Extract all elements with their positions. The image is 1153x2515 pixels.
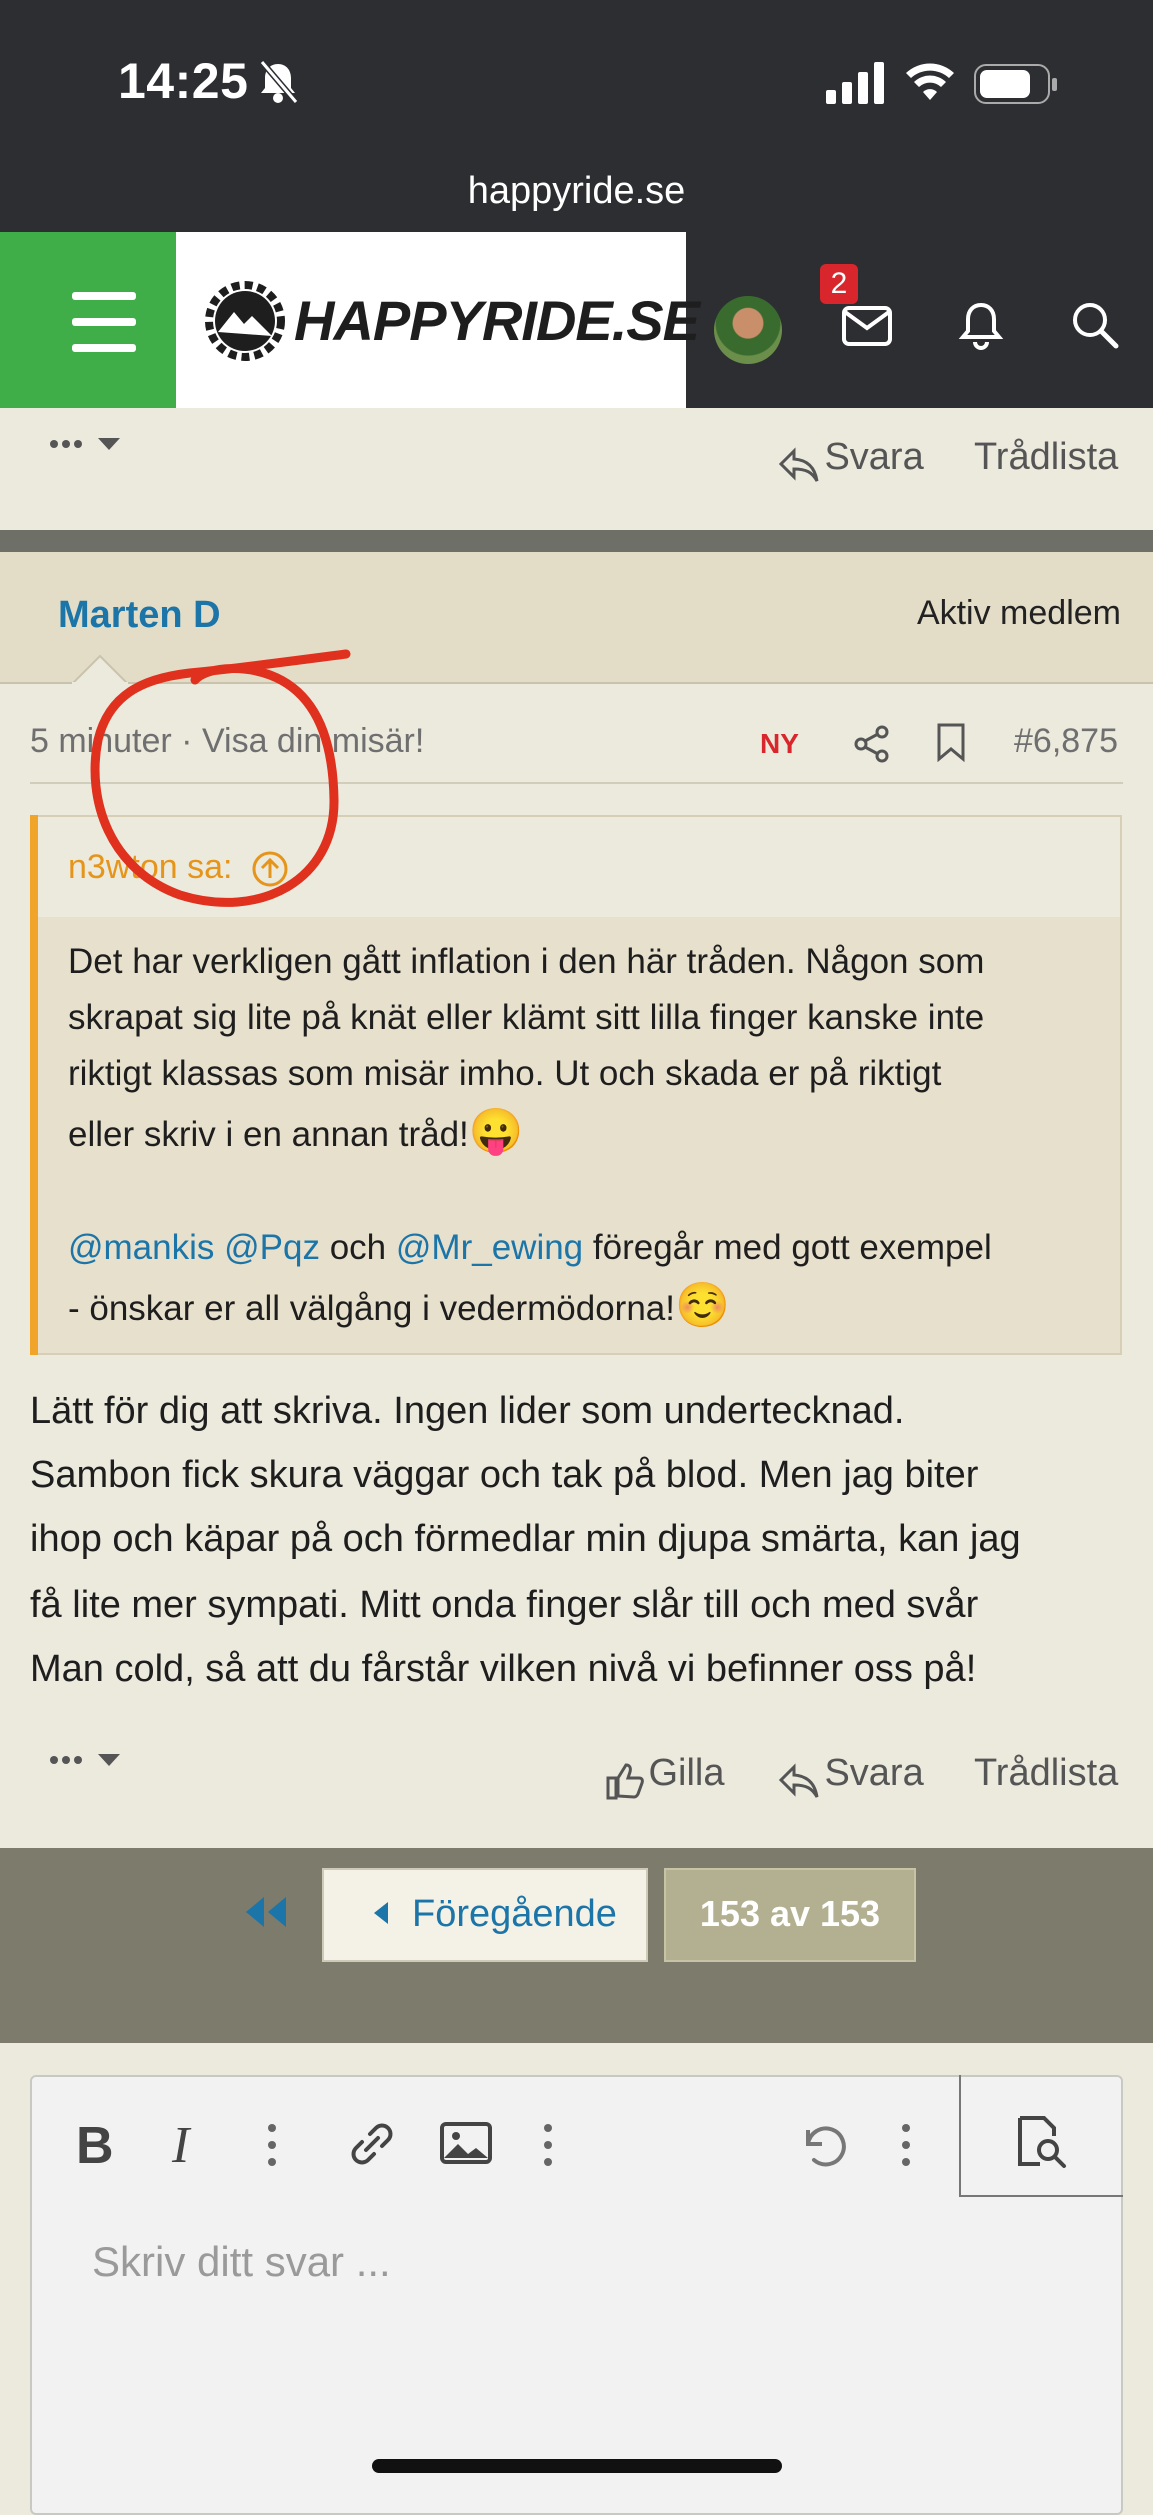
mail-icon[interactable] [842,306,892,351]
tongue-emoji: 😛 [468,1107,524,1156]
mute-bell-icon [256,58,300,111]
hamburger-icon [72,292,136,352]
battery-icon [974,64,1058,111]
quote-line: eller skriv i en annan tråd!😛 [68,1104,524,1163]
quote-accent-bar [30,815,38,1355]
bell-icon[interactable] [958,300,1004,355]
quote-text: föregår med gott exempel [592,1228,992,1267]
more-formatting-icon[interactable] [266,2120,278,2175]
post-body-line: ihop och käpar på och förmedlar min djup… [30,1518,1021,1560]
post-header-pointer [69,654,131,689]
preview-icon [1014,2114,1070,2175]
notification-count-badge: 2 [820,264,858,304]
post-body-line: Lätt för dig att skriva. Ingen lider som… [30,1390,905,1432]
bookmark-icon[interactable] [936,722,966,767]
logo-text: HAPPYRIDE.SE [294,289,700,352]
reply-label: Svara [824,436,924,478]
quote-line: riktigt klassas som misär imho. Ut och s… [68,1054,942,1093]
post-divider [0,530,1153,552]
menu-button[interactable] [0,232,176,408]
post-more-options-menu[interactable] [48,1744,128,1781]
thread-list-link[interactable]: Trådlista [974,436,1118,479]
like-label: Gilla [648,1752,725,1794]
home-indicator [372,2459,782,2473]
like-action[interactable]: Gilla [604,1752,724,1801]
more-options-menu[interactable] [48,428,128,465]
quote-line: @mankis @Pqz och @Mr_ewing föregår med g… [68,1220,992,1276]
bold-icon[interactable]: B [76,2118,114,2174]
mention-link[interactable]: @Mr_ewing [396,1228,583,1267]
post-reply-action[interactable]: Svara [778,1752,924,1801]
quote-text: eller skriv i en annan tråd! [68,1115,469,1154]
post-time[interactable]: 5 minuter [30,722,172,760]
more-insert-icon[interactable] [542,2120,554,2175]
reply-action[interactable]: Svara [778,436,924,485]
link-icon[interactable] [344,2116,400,2177]
post-author[interactable]: Marten D [58,594,221,637]
italic-icon[interactable]: I [172,2118,189,2174]
thumbs-up-icon [606,1763,644,1800]
reply-label: Svara [824,1752,924,1794]
quote-text: - önskar er all välgång i vedermödorna! [68,1289,675,1328]
caret-left-icon [372,1900,390,1931]
new-badge: NY [760,728,799,759]
quote-text: och [329,1228,387,1267]
thread-title-link[interactable]: Visa din misär! [202,722,424,760]
reply-icon [778,1763,819,1798]
logo-gear-icon [204,280,286,367]
more-editor-options-icon[interactable] [900,2120,912,2175]
previous-page-label: Föregående [412,1893,617,1935]
current-page-label: 153 av 153 [699,1893,881,1934]
smiling-emoji: ☺️ [674,1281,730,1330]
share-icon[interactable] [852,724,892,769]
user-avatar[interactable] [714,296,782,364]
reply-input-placeholder[interactable]: Skriv ditt svar ... [92,2238,391,2286]
mention-link[interactable]: @mankis [68,1228,214,1267]
post-meta: 5 minuter · Visa din misär! [30,722,425,760]
quote-author[interactable]: n3wton sa: [68,848,290,889]
post-number[interactable]: #6,875 [1014,722,1118,761]
quote-line: - önskar er all välgång i vedermödorna!☺… [68,1278,730,1337]
image-icon[interactable] [440,2122,492,2169]
address-bar-url[interactable]: happyride.se [0,170,1153,213]
wifi-icon [904,60,956,109]
jump-to-quote-icon[interactable] [250,849,290,889]
first-page-icon[interactable] [244,1895,288,1934]
post-body-line: få lite mer sympati. Mitt onda finger sl… [30,1584,979,1626]
signal-icon [826,62,884,109]
post-body-line: Man cold, så att du fårstår vilken nivå … [30,1648,977,1690]
search-icon[interactable] [1070,300,1120,355]
quote-author-label: n3wton sa: [68,848,233,886]
reply-icon [778,447,819,482]
undo-icon[interactable] [796,2116,850,2177]
post-thread-list-link[interactable]: Trådlista [974,1752,1118,1795]
mention-link[interactable]: @Pqz [224,1228,320,1267]
status-time: 14:25 [118,53,249,109]
quote-line: Det har verkligen gått inflation i den h… [68,942,985,981]
meta-divider [30,782,1123,784]
post-body-line: Sambon fick skura väggar och tak på blod… [30,1454,979,1496]
author-role: Aktiv medlem [916,594,1121,632]
quote-line: skrapat sig lite på knät eller klämt sit… [68,998,985,1037]
